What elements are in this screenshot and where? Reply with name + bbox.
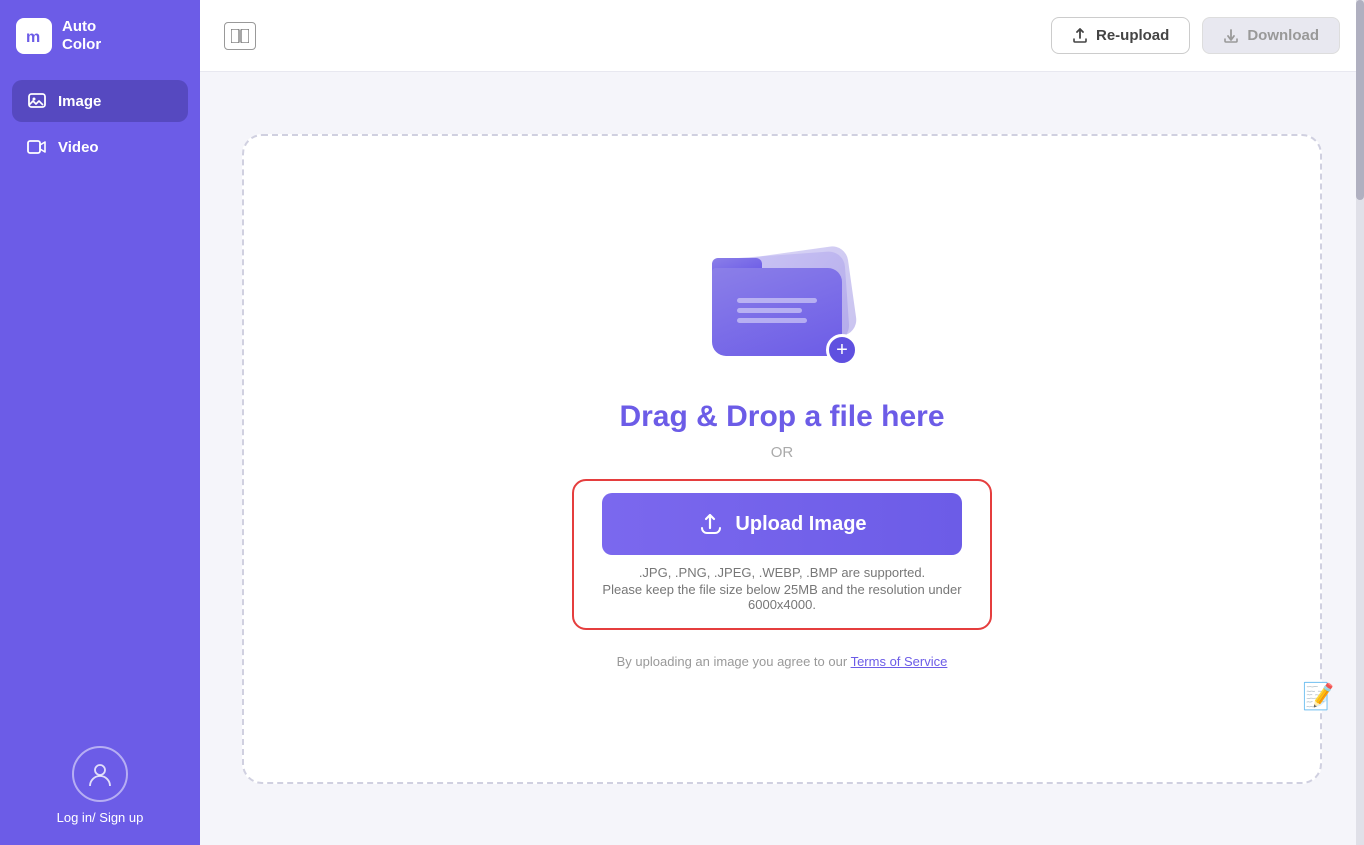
or-divider: OR bbox=[771, 444, 794, 461]
main-area: Re-upload Download bbox=[200, 0, 1364, 845]
reupload-label: Re-upload bbox=[1096, 27, 1169, 44]
avatar[interactable] bbox=[72, 746, 128, 802]
logo-area: m Auto Color bbox=[0, 0, 200, 72]
supported-formats-text: .JPG, .PNG, .JPEG, .WEBP, .BMP are suppo… bbox=[590, 565, 974, 580]
plus-circle-icon: + bbox=[826, 334, 858, 366]
upload-image-label: Upload Image bbox=[735, 513, 866, 536]
upload-btn-container: Upload Image .JPG, .PNG, .JPEG, .WEBP, .… bbox=[572, 479, 992, 630]
folder-illustration: + bbox=[702, 248, 862, 368]
header-left bbox=[224, 22, 256, 50]
folder-line-3 bbox=[737, 318, 807, 323]
sidebar-item-video[interactable]: Video bbox=[12, 126, 188, 168]
app-logo-text: Auto Color bbox=[62, 18, 101, 54]
folder-line-2 bbox=[737, 308, 802, 313]
app-logo-icon: m bbox=[16, 18, 52, 54]
terms-prefix: By uploading an image you agree to our bbox=[617, 654, 851, 669]
panel-toggle-button[interactable] bbox=[224, 22, 256, 50]
sidebar-item-image-label: Image bbox=[58, 93, 101, 110]
sidebar: m Auto Color Image Vi bbox=[0, 0, 200, 845]
file-info: .JPG, .PNG, .JPEG, .WEBP, .BMP are suppo… bbox=[590, 565, 974, 612]
header-right: Re-upload Download bbox=[1051, 17, 1340, 54]
size-limit-text: Please keep the file size below 25MB and… bbox=[590, 582, 974, 612]
scrollbar-track bbox=[1356, 0, 1364, 845]
sidebar-bottom: Log in/ Sign up bbox=[0, 726, 200, 845]
upload-dropzone[interactable]: + Drag & Drop a file here OR Upload Imag… bbox=[242, 134, 1322, 784]
svg-text:m: m bbox=[26, 29, 40, 46]
login-signup-text[interactable]: Log in/ Sign up bbox=[57, 810, 144, 825]
video-icon bbox=[26, 136, 48, 158]
drag-drop-heading: Drag & Drop a file here bbox=[619, 400, 944, 434]
scrollbar-thumb[interactable] bbox=[1356, 0, 1364, 200]
nav-items: Image Video bbox=[0, 72, 200, 726]
upload-image-button[interactable]: Upload Image bbox=[602, 493, 962, 555]
sidebar-item-video-label: Video bbox=[58, 139, 99, 156]
sidebar-item-image[interactable]: Image bbox=[12, 80, 188, 122]
header: Re-upload Download bbox=[200, 0, 1364, 72]
terms-text: By uploading an image you agree to our T… bbox=[617, 654, 948, 669]
notebook-widget[interactable]: 📝 bbox=[1302, 681, 1346, 725]
download-button[interactable]: Download bbox=[1202, 17, 1340, 54]
folder-main bbox=[712, 268, 842, 356]
terms-of-service-link[interactable]: Terms of Service bbox=[851, 654, 948, 669]
reupload-button[interactable]: Re-upload bbox=[1051, 17, 1190, 54]
content-area: + Drag & Drop a file here OR Upload Imag… bbox=[200, 72, 1364, 845]
image-icon bbox=[26, 90, 48, 112]
folder-lines bbox=[737, 298, 817, 323]
upload-cloud-icon bbox=[697, 511, 723, 537]
download-label: Download bbox=[1247, 27, 1319, 44]
folder-line-1 bbox=[737, 298, 817, 303]
